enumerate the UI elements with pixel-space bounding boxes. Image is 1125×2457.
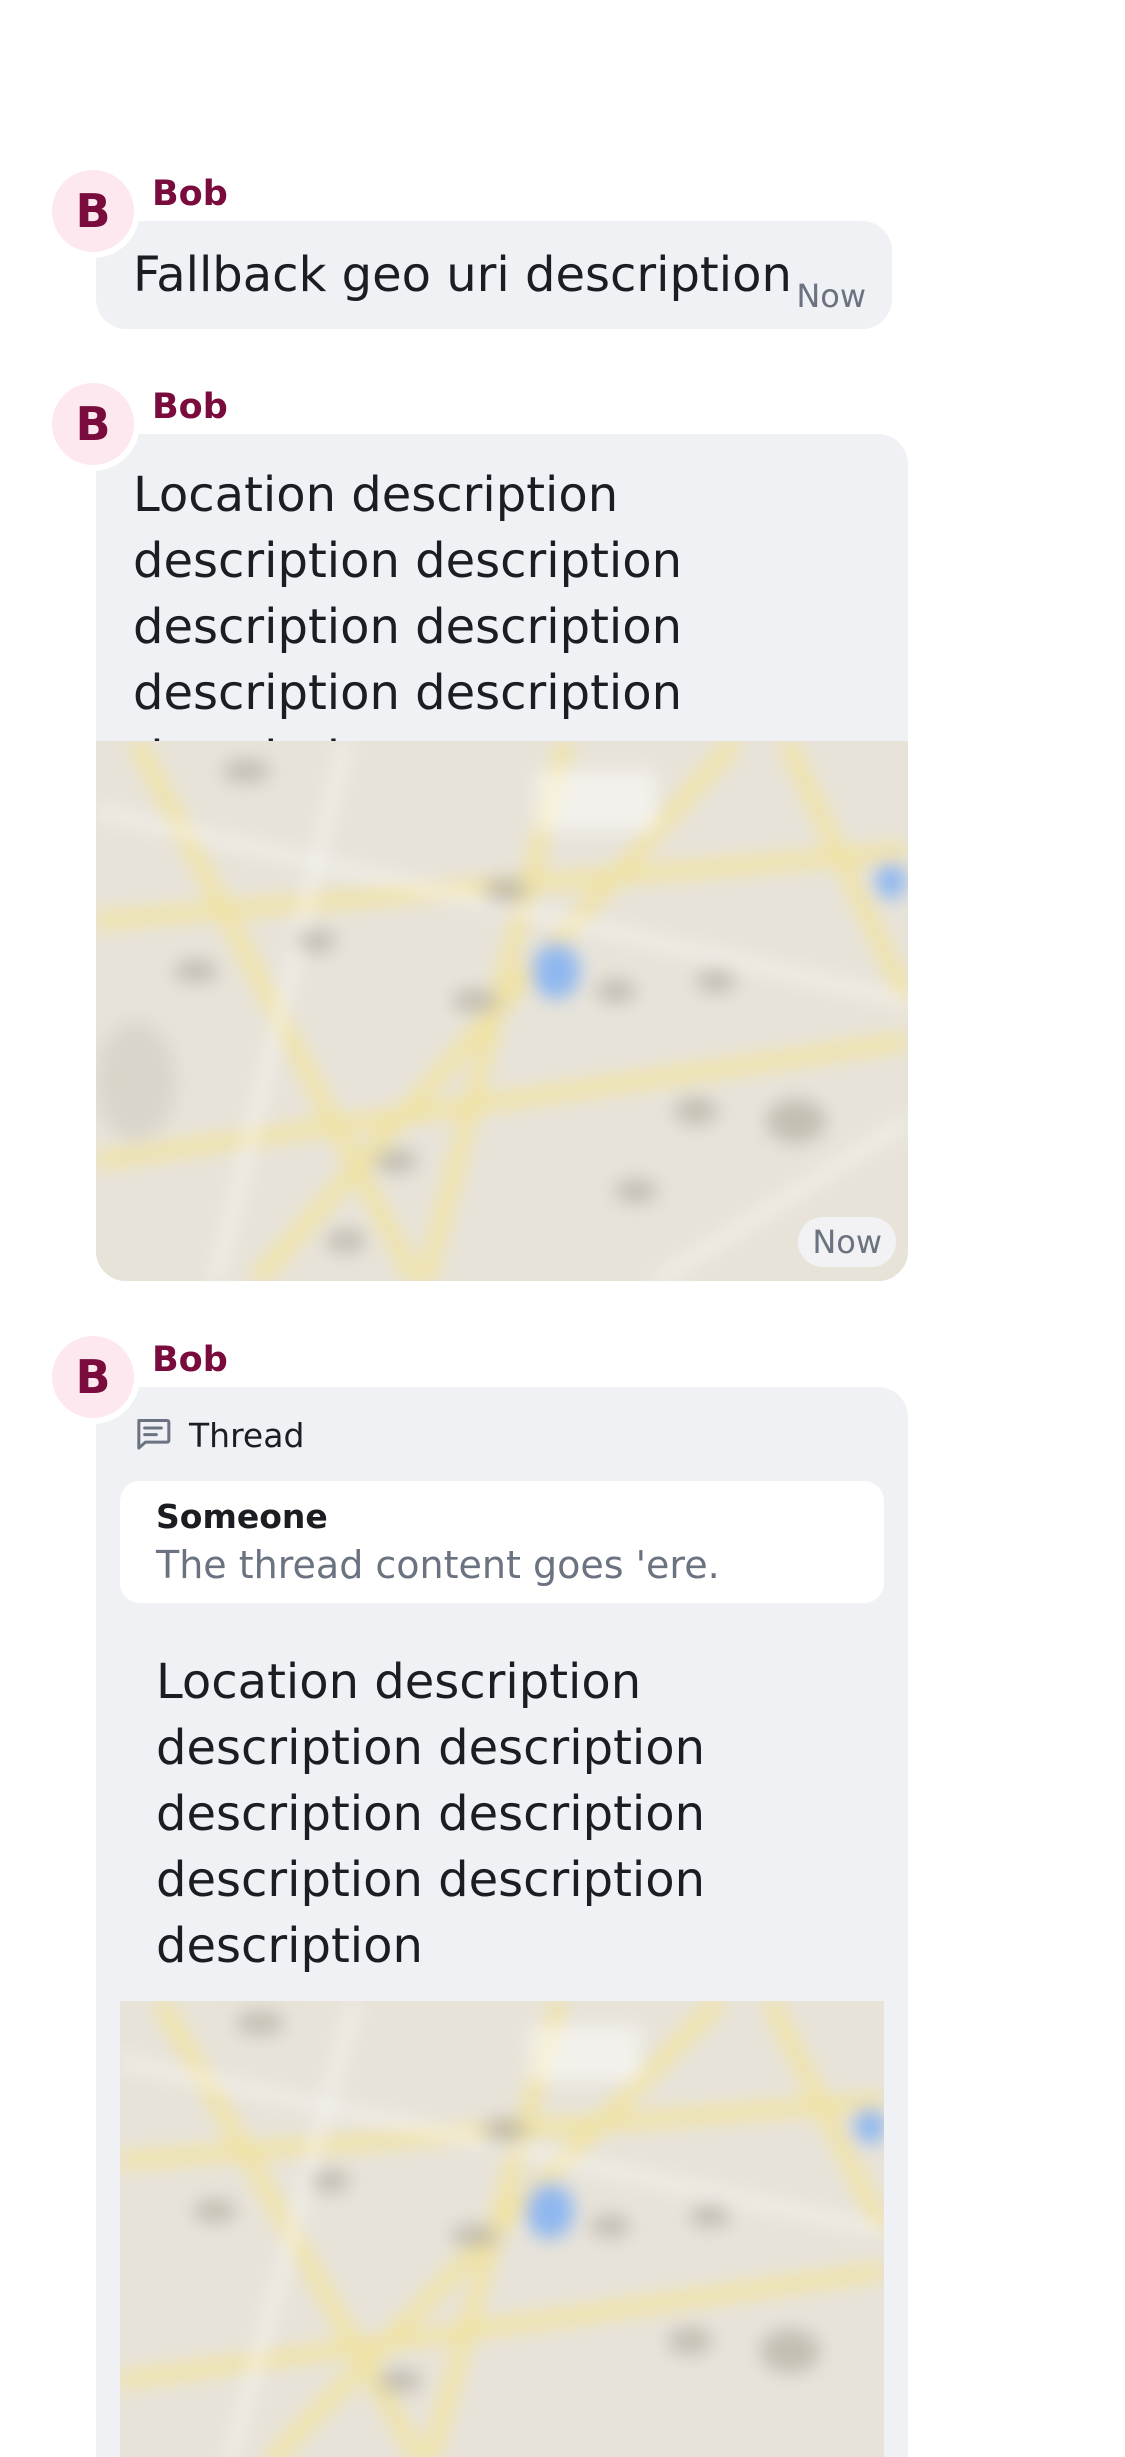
message-timestamp: Now (796, 277, 866, 315)
message-text: Fallback geo uri description (133, 247, 792, 303)
location-map-preview[interactable]: Now (96, 741, 908, 1281)
sender-avatar[interactable]: B (52, 383, 134, 465)
thread-summary[interactable]: Thread (133, 1413, 304, 1457)
sender-name[interactable]: Bob (152, 387, 228, 427)
sender-name[interactable]: Bob (152, 174, 228, 214)
sender-name[interactable]: Bob (152, 1340, 228, 1380)
map-image (120, 2001, 884, 2457)
thread-label: Thread (189, 1415, 305, 1455)
location-message-bubble[interactable]: Location description description descrip… (96, 434, 908, 1281)
thread-location-message-bubble[interactable]: Thread Someone The thread content goes '… (96, 1387, 908, 2457)
thread-reply-preview[interactable]: Someone The thread content goes 'ere. (120, 1481, 884, 1603)
map-image (96, 741, 908, 1281)
sender-avatar[interactable]: B (52, 1336, 134, 1418)
reply-body: The thread content goes 'ere. (156, 1543, 720, 1587)
sender-avatar[interactable]: B (52, 170, 134, 252)
message-timestamp: Now (798, 1217, 896, 1267)
message-bubble[interactable]: Fallback geo uri description Now (96, 221, 892, 329)
thread-icon (133, 1413, 173, 1457)
location-map-preview[interactable] (120, 2001, 884, 2457)
reply-sender: Someone (156, 1497, 328, 1536)
location-description: Location description description descrip… (156, 1654, 706, 1974)
